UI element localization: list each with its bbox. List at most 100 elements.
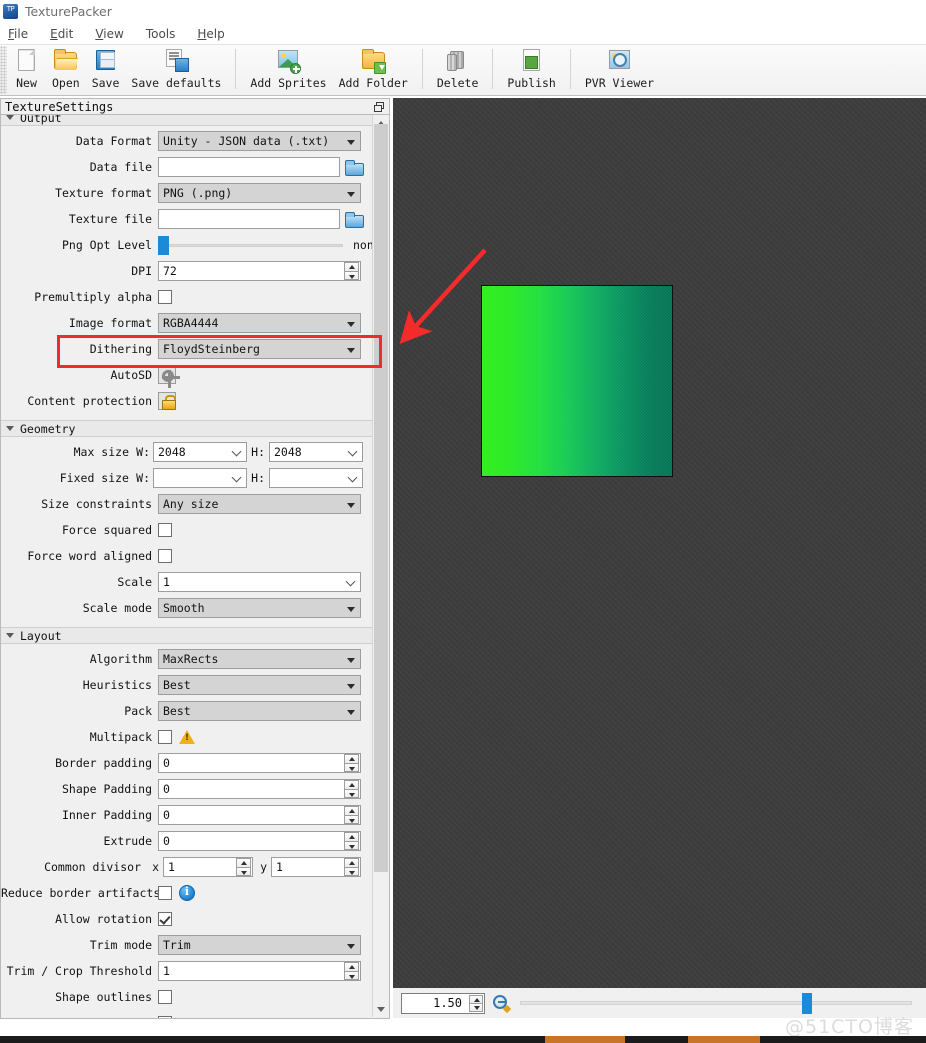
label-force-word-aligned: Force word aligned bbox=[27, 549, 152, 563]
scroll-down-icon[interactable] bbox=[373, 1001, 389, 1017]
extrude-spinner[interactable]: 0 bbox=[158, 831, 361, 851]
shape-padding-spinner[interactable]: 0 bbox=[158, 779, 361, 799]
spinner-down-icon[interactable] bbox=[344, 270, 359, 280]
new-button[interactable]: New bbox=[7, 45, 46, 95]
texturepacker-window: TexturePacker File Edit View Tools Help … bbox=[0, 0, 926, 1043]
size-constraints-combo[interactable]: Any size bbox=[158, 494, 361, 514]
spinner-down-icon[interactable] bbox=[344, 814, 359, 824]
border-padding-spinner[interactable]: 0 bbox=[158, 753, 361, 773]
content-protection-button[interactable] bbox=[158, 392, 176, 410]
autosd-button[interactable] bbox=[158, 366, 180, 388]
common-divisor-y-spinner[interactable]: 1 bbox=[271, 857, 361, 877]
zoom-slider[interactable] bbox=[520, 992, 912, 1014]
spinner-down-icon[interactable] bbox=[344, 970, 359, 980]
spinner-up-icon[interactable] bbox=[236, 858, 251, 867]
slider-thumb[interactable] bbox=[158, 236, 169, 255]
scale-mode-combo[interactable]: Smooth bbox=[158, 598, 361, 618]
publish-button-label: Publish bbox=[507, 76, 556, 90]
publish-button[interactable]: Publish bbox=[501, 45, 561, 95]
fixed-size-h-combo[interactable] bbox=[269, 468, 363, 488]
pvr-viewer-button[interactable]: PVR Viewer bbox=[579, 45, 660, 95]
image-format-combo[interactable]: RGBA4444 bbox=[158, 313, 361, 333]
max-size-h-combo[interactable]: 2048 bbox=[269, 442, 363, 462]
spinner-down-icon[interactable] bbox=[344, 762, 359, 772]
max-size-w-combo[interactable]: 2048 bbox=[153, 442, 247, 462]
spinner-up-icon[interactable] bbox=[344, 262, 359, 271]
multipack-checkbox[interactable] bbox=[158, 730, 172, 744]
label-common-divisor: Common divisor bbox=[44, 860, 141, 874]
settings-vertical-scrollbar[interactable] bbox=[372, 115, 389, 1017]
add-folder-button[interactable]: Add Folder bbox=[333, 45, 414, 95]
dpi-value: 72 bbox=[163, 264, 177, 278]
spinner-up-icon[interactable] bbox=[344, 780, 359, 789]
browse-folder-icon[interactable] bbox=[345, 211, 364, 228]
open-button[interactable]: Open bbox=[46, 45, 86, 95]
force-word-aligned-checkbox[interactable] bbox=[158, 549, 172, 563]
save-button-label: Save bbox=[91, 76, 120, 90]
extrude-value: 0 bbox=[163, 834, 170, 848]
pack-combo[interactable]: Best bbox=[158, 701, 361, 721]
spinner-up-icon[interactable] bbox=[344, 858, 359, 867]
premultiply-alpha-checkbox[interactable] bbox=[158, 290, 172, 304]
png-opt-level-slider[interactable] bbox=[158, 235, 343, 255]
spinner-down-icon[interactable] bbox=[344, 788, 359, 798]
fixed-size-w-combo[interactable] bbox=[153, 468, 247, 488]
undock-icon[interactable] bbox=[374, 102, 385, 113]
common-divisor-y-value: 1 bbox=[276, 860, 283, 874]
menu-edit[interactable]: Edit bbox=[50, 27, 73, 41]
group-header-output[interactable]: Output bbox=[1, 115, 373, 126]
data-format-combo[interactable]: Unity - JSON data (.txt) bbox=[158, 131, 361, 151]
menu-file[interactable]: File bbox=[8, 27, 28, 41]
browse-folder-icon[interactable] bbox=[345, 159, 364, 176]
save-defaults-button[interactable]: Save defaults bbox=[125, 45, 227, 95]
texture-format-combo[interactable]: PNG (.png) bbox=[158, 183, 361, 203]
toolbar-grip[interactable] bbox=[0, 46, 7, 94]
force-squared-checkbox[interactable] bbox=[158, 523, 172, 537]
shape-outlines-checkbox[interactable] bbox=[158, 990, 172, 1004]
scale-combo[interactable]: 1 bbox=[158, 572, 361, 592]
texture-file-input[interactable] bbox=[158, 209, 340, 229]
spinner-up-icon[interactable] bbox=[344, 832, 359, 841]
row-pack: Pack Best bbox=[1, 700, 373, 722]
group-header-geometry[interactable]: Geometry bbox=[1, 420, 373, 437]
spinner-up-icon[interactable] bbox=[344, 806, 359, 815]
output-rows: Data Format Unity - JSON data (.txt) Dat… bbox=[1, 126, 381, 420]
algorithm-combo[interactable]: MaxRects bbox=[158, 649, 361, 669]
spinner-down-icon[interactable] bbox=[344, 866, 359, 876]
spinner-up-icon[interactable] bbox=[344, 754, 359, 763]
lock-icon bbox=[162, 395, 176, 410]
spinner-up-icon[interactable] bbox=[469, 994, 483, 1003]
green-gradient-sprite[interactable] bbox=[481, 285, 673, 477]
common-divisor-x-spinner[interactable]: 1 bbox=[163, 857, 253, 877]
row-autosd: AutoSD bbox=[1, 364, 373, 388]
trim-mode-combo[interactable]: Trim bbox=[158, 935, 361, 955]
chevron-down-icon bbox=[6, 115, 14, 120]
group-header-layout[interactable]: Layout bbox=[1, 627, 373, 644]
zoom-slider-thumb[interactable] bbox=[802, 993, 812, 1014]
add-sprites-button[interactable]: Add Sprites bbox=[244, 45, 332, 95]
zoom-level-spinner[interactable]: 1.50 bbox=[401, 992, 485, 1014]
trim-crop-threshold-spinner[interactable]: 1 bbox=[158, 961, 361, 981]
texturepacker-logo-icon bbox=[3, 3, 18, 19]
texture-canvas[interactable] bbox=[393, 98, 926, 988]
spinner-down-icon[interactable] bbox=[469, 1002, 483, 1012]
data-file-input[interactable] bbox=[158, 157, 340, 177]
delete-button[interactable]: Delete bbox=[431, 45, 485, 95]
inner-padding-spinner[interactable]: 0 bbox=[158, 805, 361, 825]
dithering-combo[interactable]: FloydSteinberg bbox=[158, 339, 361, 359]
zoom-out-icon[interactable] bbox=[493, 994, 512, 1013]
allow-rotation-checkbox[interactable] bbox=[158, 912, 172, 926]
spinner-up-icon[interactable] bbox=[344, 962, 359, 971]
menu-tools[interactable]: Tools bbox=[146, 27, 176, 41]
spinner-down-icon[interactable] bbox=[236, 866, 251, 876]
save-button[interactable]: Save bbox=[86, 45, 126, 95]
menu-view[interactable]: View bbox=[95, 27, 123, 41]
spinner-down-icon[interactable] bbox=[344, 840, 359, 850]
menu-help[interactable]: Help bbox=[197, 27, 224, 41]
dpi-spinner[interactable]: 72 bbox=[158, 261, 361, 281]
enable-auto-alias-checkbox[interactable] bbox=[158, 1016, 172, 1018]
heuristics-combo[interactable]: Best bbox=[158, 675, 361, 695]
info-icon[interactable] bbox=[179, 885, 195, 901]
scrollbar-thumb[interactable] bbox=[374, 124, 388, 872]
reduce-border-artifacts-checkbox[interactable] bbox=[158, 886, 172, 900]
